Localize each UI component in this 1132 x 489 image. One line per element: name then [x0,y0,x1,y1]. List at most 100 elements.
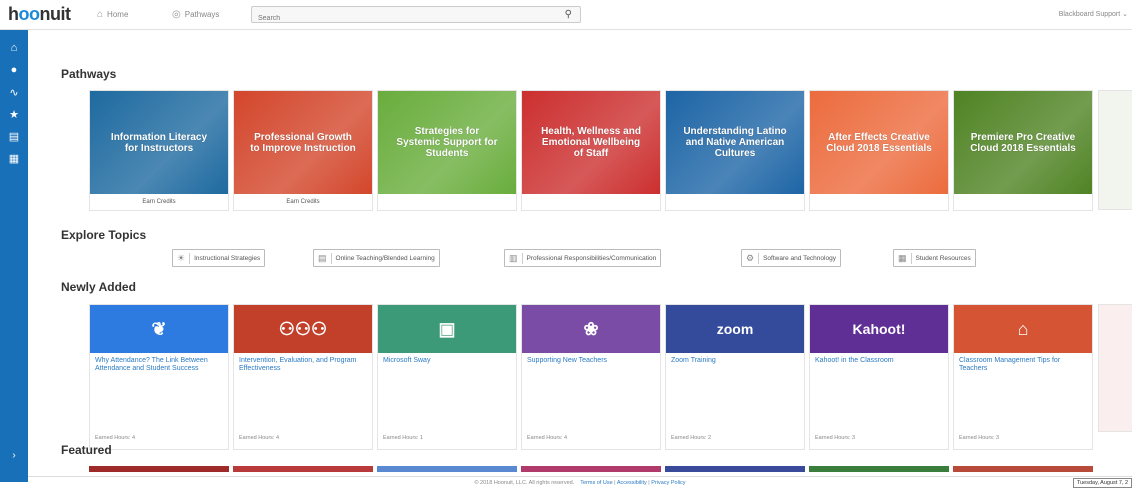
course-title-link[interactable]: Microsoft Sway [383,357,511,365]
featured-card[interactable] [665,466,805,472]
screen-icon: ▤ [318,252,332,264]
course-title-link[interactable]: Supporting New Teachers [527,357,655,365]
course-thumbnail: ⚇⚇⚇ [234,305,372,353]
course-title-link[interactable]: Intervention, Evaluation, and Program Ef… [239,357,367,373]
search-box: ⚲ [251,6,581,26]
footer: © 2018 Hoonuit, LLC. All rights reserved… [28,476,1132,489]
pathway-title: Strategies for Systemic Support for Stud… [378,91,516,194]
nav-home[interactable]: ⌂ Home [97,9,128,20]
pathway-card[interactable]: Health, Wellness and Emotional Wellbeing… [521,90,661,211]
search-input[interactable] [252,11,542,26]
lightbulb-icon: ☀ [177,252,191,264]
course-title-link[interactable]: Why Attendance? The Link Between Attenda… [95,357,223,373]
pathway-title: Health, Wellness and Emotional Wellbeing… [522,91,660,194]
course-body: Microsoft Sway Earned Hours: 1 [378,353,516,449]
earned-hours-label: Earned Hours: 1 [383,435,424,441]
course-thumbnail: ❀ [522,305,660,353]
course-thumbnail: ⌂ [954,305,1092,353]
earn-credits-label [666,194,804,210]
course-card[interactable]: ▣ Microsoft Sway Earned Hours: 1 [377,304,517,450]
sidebar-expand-icon[interactable]: › [0,450,28,461]
pathway-card[interactable]: Professional Growth to Improve Instructi… [233,90,373,211]
user-menu[interactable]: Blackboard Support ⌄ [1059,10,1128,18]
earned-hours-label: Earned Hours: 4 [95,435,136,441]
topic-label: Professional Responsibilities/Communicat… [526,254,657,262]
pathway-card[interactable]: Understanding Latino and Native American… [665,90,805,211]
topic-label: Software and Technology [763,254,836,262]
home-icon: ⌂ [97,9,104,20]
topic-chip[interactable]: ▥ Professional Responsibilities/Communica… [504,249,662,267]
course-card[interactable]: ❀ Supporting New Teachers Earned Hours: 4 [521,304,661,450]
books-icon: ▦ [898,252,912,264]
earned-hours-label: Earned Hours: 3 [959,435,1000,441]
course-body: Intervention, Evaluation, and Program Ef… [234,353,372,449]
star-icon[interactable]: ★ [0,108,28,121]
pathway-card[interactable]: After Effects Creative Cloud 2018 Essent… [809,90,949,211]
course-title-link[interactable]: Zoom Training [671,357,799,365]
course-glyph: Kahoot! [852,321,906,337]
clipboard-icon[interactable]: ▤ [0,130,28,143]
pathway-title: Information Literacy for Instructors [90,91,228,194]
featured-card[interactable] [953,466,1093,472]
hoonuit-logo[interactable]: hoonuit [8,4,71,25]
course-card[interactable]: Kahoot! Kahoot! in the Classroom Earned Ho… [809,304,949,450]
pathways-heading: Pathways [61,67,117,81]
featured-card[interactable] [89,466,229,472]
topic-chip[interactable]: ▤ Online Teaching/Blended Learning [313,249,440,267]
course-glyph: ⚇⚇⚇ [278,318,328,339]
course-card[interactable]: ⌂ Classroom Management Tips for Teachers E… [953,304,1093,450]
course-glyph: ⌂ [1017,318,1029,339]
folder-icon[interactable]: ▦ [0,152,28,165]
earn-credits-label [954,194,1092,210]
newly-added-heading: Newly Added [61,280,136,294]
featured-heading: Featured [61,443,112,457]
course-body: Kahoot! in the Classroom Earned Hours: 3 [810,353,948,449]
topic-chip[interactable]: ⚙ Software and Technology [741,249,841,267]
date-display: Tuesday, August 7, 2 [1072,478,1132,488]
gear-icon: ⚙ [746,252,760,264]
earned-hours-label: Earned Hours: 3 [815,435,856,441]
document-icon: ▥ [509,252,523,264]
earn-credits-label [810,194,948,210]
copyright-text: © 2018 Hoonuit, LLC. All rights reserved… [474,480,575,486]
course-body: Why Attendance? The Link Between Attenda… [90,353,228,449]
course-title-link[interactable]: Classroom Management Tips for Teachers [959,357,1087,373]
course-card[interactable]: ❦ Why Attendance? The Link Between Attend… [89,304,229,450]
user-icon[interactable]: ● [0,64,28,76]
privacy-link[interactable]: Privacy Policy [651,480,685,486]
pathway-title: Professional Growth to Improve Instructi… [234,91,372,194]
trend-icon[interactable]: ∿ [0,86,28,99]
earn-credits-label [522,194,660,210]
course-card[interactable]: ⚇⚇⚇ Intervention, Evaluation, and Program… [233,304,373,450]
accessibility-link[interactable]: Accessibility [617,480,647,486]
earned-hours-label: Earned Hours: 4 [527,435,568,441]
topic-label: Instructional Strategies [194,254,261,262]
home-icon[interactable]: ⌂ [0,42,28,54]
featured-card[interactable] [521,466,661,472]
featured-card[interactable] [809,466,949,472]
course-glyph: ❦ [151,318,167,339]
earned-hours-label: Earned Hours: 2 [671,435,712,441]
terms-link[interactable]: Terms of Use [580,480,612,486]
course-title-link[interactable]: Kahoot! in the Classroom [815,357,943,365]
course-thumbnail: ▣ [378,305,516,353]
course-card[interactable]: zoom Zoom Training Earned Hours: 2 [665,304,805,450]
earn-credits-label [378,194,516,210]
earned-hours-label: Earned Hours: 4 [239,435,280,441]
search-icon[interactable]: ⚲ [565,9,572,20]
featured-card[interactable] [377,466,517,472]
course-glyph: zoom [716,321,754,337]
pathway-card[interactable]: Strategies for Systemic Support for Stud… [377,90,517,211]
nav-pathways[interactable]: ◎ Pathways [172,9,219,20]
topic-chip[interactable]: ☀ Instructional Strategies [172,249,266,267]
course-glyph: ❀ [583,318,599,339]
top-bar: hoonuit ⌂ Home ◎ Pathways ⚲ Blackboard S… [0,0,1132,30]
pathway-card-partial[interactable] [1098,90,1132,210]
featured-card[interactable] [233,466,373,472]
pathway-card[interactable]: Premiere Pro Creative Cloud 2018 Essenti… [953,90,1093,211]
pathway-card[interactable]: Information Literacy for Instructors Earn… [89,90,229,211]
course-body: Supporting New Teachers Earned Hours: 4 [522,353,660,449]
topic-chip[interactable]: ▦ Student Resources [893,249,976,267]
earn-credits-label: Earn Credits [142,199,176,205]
new-card-partial[interactable] [1098,304,1132,432]
